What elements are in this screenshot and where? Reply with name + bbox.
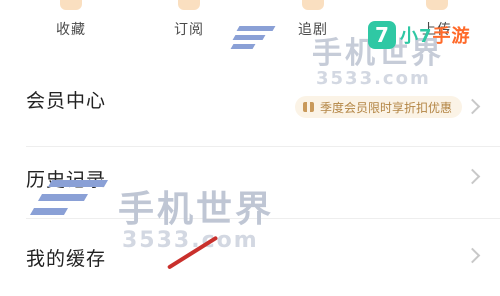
chevron-right-icon: [464, 98, 481, 115]
chevron-right-icon: [464, 247, 481, 264]
brand-watermark: 7 小7手游: [368, 20, 471, 50]
menu-item-vip-center[interactable]: 会员中心 季度会员限时享折扣优惠: [0, 60, 500, 137]
brand-name-prefix: 小7: [400, 26, 433, 47]
menu-item-label: 会员中心: [26, 90, 107, 112]
subscribe-icon: [178, 0, 200, 10]
shortcut-following-shows[interactable]: 追剧: [268, 0, 358, 52]
shortcut-label: 订阅: [174, 22, 204, 38]
vip-promo-badge[interactable]: 季度会员限时享折扣优惠: [294, 96, 462, 118]
vip-promo-text: 季度会员限时享折扣优惠: [319, 100, 452, 115]
menu-item-history[interactable]: 历史记录: [0, 147, 500, 224]
brand-logo-icon: 7: [368, 21, 396, 49]
gift-icon: [302, 101, 314, 113]
brand-name: 小7手游: [400, 22, 471, 48]
brand-name-suffix: 手游: [432, 26, 471, 47]
menu-item-label: 我的缓存: [26, 248, 107, 270]
shortcut-label: 追剧: [298, 22, 328, 38]
menu-item-label: 历史记录: [26, 169, 107, 191]
chevron-right-icon: [464, 168, 481, 185]
tv-icon: [302, 0, 324, 10]
shortcut-favorites[interactable]: 收藏: [26, 0, 116, 52]
shortcut-subscriptions[interactable]: 订阅: [144, 0, 234, 52]
upload-icon: [426, 0, 448, 10]
star-icon: [60, 0, 82, 10]
shortcut-label: 收藏: [56, 22, 86, 38]
menu-item-my-cache[interactable]: 我的缓存: [0, 219, 500, 296]
